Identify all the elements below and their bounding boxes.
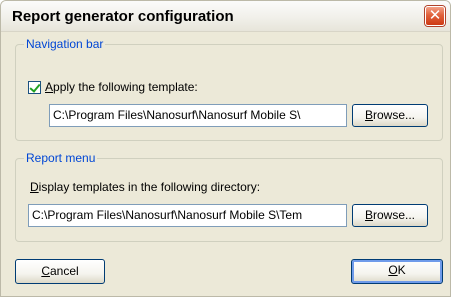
window-title: Report generator configuration: [12, 8, 234, 25]
navigation-bar-group: Navigation bar Apply the following templ…: [15, 37, 443, 141]
report-menu-legend: Report menu: [24, 151, 98, 165]
apply-template-checkbox-row[interactable]: Apply the following template:: [28, 80, 198, 94]
close-button[interactable]: ✕: [425, 6, 445, 26]
template-path-input[interactable]: C:\Program Files\Nanosurf\Nanosurf Mobil…: [49, 104, 347, 127]
browse-template-button[interactable]: Browse...: [352, 104, 428, 127]
cancel-button[interactable]: Cancel: [15, 259, 105, 284]
close-icon: ✕: [428, 6, 442, 24]
report-menu-group: Report menu Display templates in the fol…: [15, 151, 443, 242]
title-bar[interactable]: Report generator configuration ✕: [1, 1, 450, 32]
browse-directory-button[interactable]: Browse...: [352, 204, 428, 227]
templates-directory-input[interactable]: C:\Program Files\Nanosurf\Nanosurf Mobil…: [28, 204, 347, 227]
apply-template-checkbox[interactable]: [28, 80, 41, 94]
navigation-bar-legend: Navigation bar: [24, 37, 106, 51]
apply-template-label[interactable]: Apply the following template:: [45, 80, 198, 94]
dialog-window: Report generator configuration ✕ Navigat…: [0, 0, 451, 297]
ok-button[interactable]: OK: [351, 259, 443, 284]
display-templates-label: Display templates in the following direc…: [30, 180, 261, 194]
